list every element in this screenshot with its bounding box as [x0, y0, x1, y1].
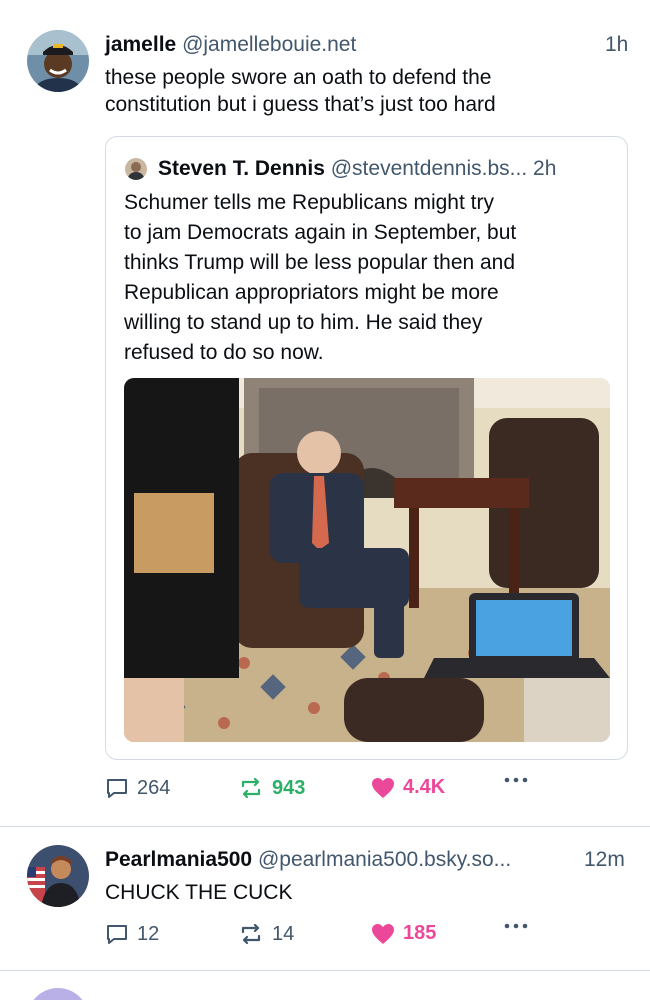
- quote-text-line: willing to stand up to him. He said they: [124, 311, 483, 334]
- quote-time: 2h: [533, 157, 557, 180]
- author-handle[interactable]: @pearlmania500.bsky.so...: [258, 848, 511, 871]
- reply-button[interactable]: 12: [105, 922, 159, 946]
- author-name[interactable]: Pearlmania500: [105, 848, 252, 871]
- quote-text-line: refused to do so now.: [124, 341, 324, 364]
- like-count: 185: [403, 922, 437, 944]
- quote-header: Steven T. Dennis @steventdennis.bs... 2h: [158, 156, 556, 182]
- more-icon: [503, 922, 529, 930]
- post-divider: [0, 970, 650, 971]
- quote-author-handle: @steventdennis.bs...: [330, 157, 528, 180]
- quote-text-line: thinks Trump will be less popular then a…: [124, 251, 516, 274]
- reply-button[interactable]: 264: [105, 776, 170, 800]
- post[interactable]: Pearlmania500 @pearlmania500.bsky.so... …: [0, 827, 650, 970]
- post-text: CHUCK THE CUCK: [105, 879, 625, 906]
- post-actions: 12 14 185: [105, 922, 625, 952]
- quote-avatar: [125, 158, 147, 180]
- post[interactable]: jamelle @jamellebouie.net 1h these peopl…: [0, 0, 650, 826]
- avatar[interactable]: [27, 30, 89, 92]
- like-button[interactable]: 4.4K: [371, 776, 445, 799]
- more-options-button[interactable]: [503, 776, 529, 784]
- post-header: jamelle @jamellebouie.net: [105, 32, 356, 58]
- post-text-line: CHUCK THE CUCK: [105, 881, 293, 904]
- heart-icon: [371, 923, 395, 945]
- repost-icon: [238, 776, 264, 800]
- quote-photo[interactable]: [124, 378, 610, 742]
- repost-count: 943: [272, 776, 306, 799]
- repost-count: 14: [272, 922, 295, 945]
- quote-text: Schumer tells me Republicans might try t…: [124, 188, 614, 368]
- like-count: 4.4K: [403, 776, 446, 798]
- reply-icon: [105, 776, 129, 800]
- post-text-line: constitution but i guess that’s just too…: [105, 93, 496, 116]
- avatar[interactable]: [27, 845, 89, 907]
- like-button[interactable]: 185: [371, 922, 436, 945]
- quote-text-line: Schumer tells me Republicans might try: [124, 191, 494, 214]
- quote-text-line: to jam Democrats again in September, but: [124, 221, 517, 244]
- reply-icon: [105, 922, 129, 946]
- post-text-line: these people swore an oath to defend the: [105, 66, 492, 89]
- post-header: Pearlmania500 @pearlmania500.bsky.so...: [105, 847, 511, 873]
- quote-text-line: Republican appropriators might be more: [124, 281, 499, 304]
- repost-icon: [238, 922, 264, 946]
- repost-button[interactable]: 14: [238, 922, 294, 946]
- post-actions: 264 943 4.4K: [105, 776, 625, 806]
- reply-count: 264: [137, 776, 171, 799]
- more-options-button[interactable]: [503, 922, 529, 930]
- repost-button[interactable]: 943: [238, 776, 305, 800]
- avatar[interactable]: [27, 988, 89, 1000]
- post-text: these people swore an oath to defend the…: [105, 64, 625, 118]
- author-name[interactable]: jamelle: [105, 33, 176, 56]
- author-handle[interactable]: @jamellebouie.net: [182, 33, 356, 56]
- reply-count: 12: [137, 922, 160, 945]
- post-time[interactable]: 12m: [584, 847, 625, 873]
- quote-author-name: Steven T. Dennis: [158, 157, 325, 180]
- post-time[interactable]: 1h: [605, 32, 628, 58]
- more-icon: [503, 776, 529, 784]
- heart-icon: [371, 777, 395, 799]
